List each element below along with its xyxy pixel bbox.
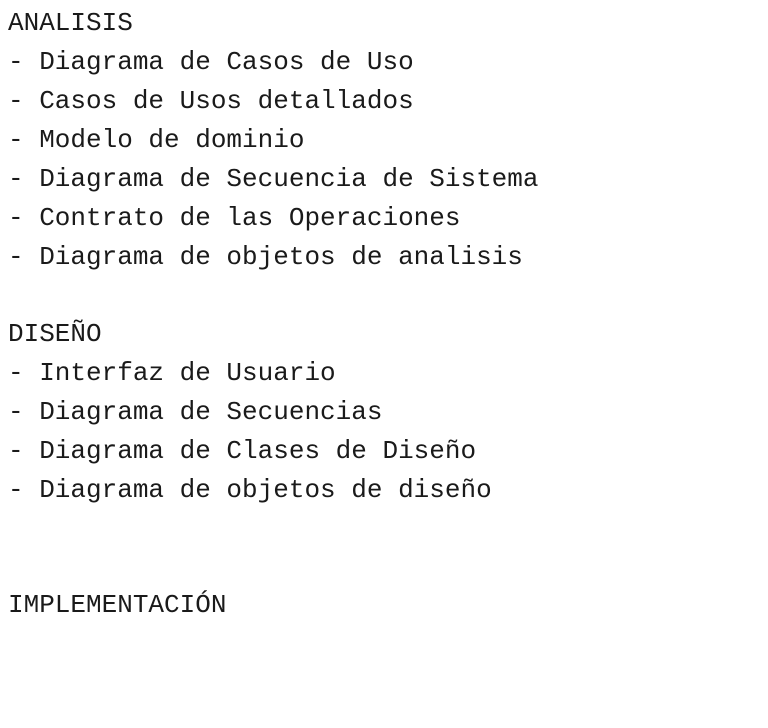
- list-item: - Diagrama de Secuencias: [8, 393, 760, 432]
- list-item: - Diagrama de Clases de Diseño: [8, 432, 760, 471]
- section-title-diseno: DISEÑO: [8, 315, 760, 354]
- list-item: - Casos de Usos detallados: [8, 82, 760, 121]
- section-title-implementacion: IMPLEMENTACIÓN: [8, 586, 760, 625]
- section-title-analisis: ANALISIS: [8, 4, 760, 43]
- list-item: - Modelo de dominio: [8, 121, 760, 160]
- spacer: [8, 277, 760, 315]
- list-item: - Diagrama de Casos de Uso: [8, 43, 760, 82]
- list-item: - Diagrama de objetos de analisis: [8, 238, 760, 277]
- list-item: - Diagrama de Secuencia de Sistema: [8, 160, 760, 199]
- list-item: - Contrato de las Operaciones: [8, 199, 760, 238]
- list-item: - Interfaz de Usuario: [8, 354, 760, 393]
- list-item: - Diagrama de objetos de diseño: [8, 471, 760, 510]
- spacer: [8, 510, 760, 586]
